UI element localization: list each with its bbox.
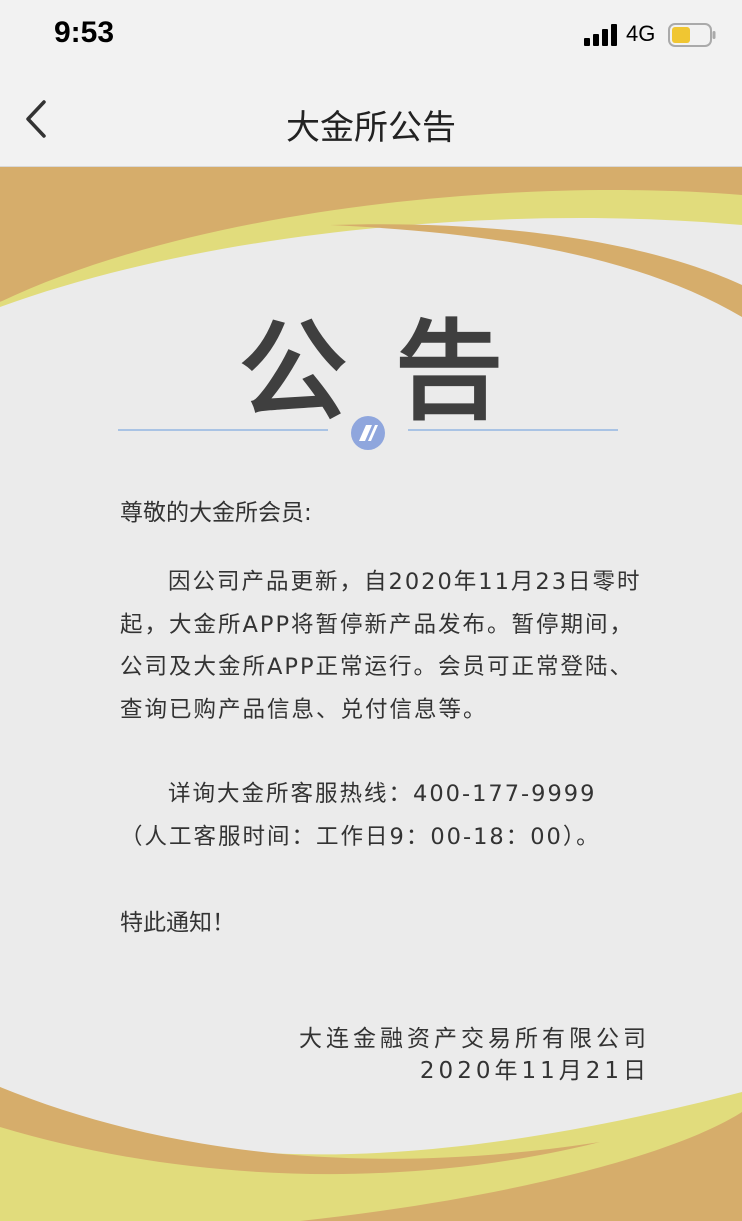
service-hours: （人工客服时间：工作日9：00-18：00）。: [120, 823, 601, 850]
notice-greeting: 尊敬的大金所会员:: [120, 500, 312, 526]
page-title: 大金所公告: [286, 108, 456, 148]
status-time: 9:53: [54, 16, 115, 49]
divider-right: [408, 429, 618, 431]
battery-icon: [668, 23, 716, 47]
network-type: 4G: [626, 21, 656, 46]
notice-body: 因公司产品更新，自2020年11月23日零时起，大金所APP将暂停新产品发布。暂…: [120, 569, 642, 723]
hotline-info: 详询大金所客服热线：400-177-9999 （人工客服时间：工作日9：00-1…: [120, 773, 660, 858]
signature-company: 大连金融资产交易所有限公司: [299, 1026, 650, 1052]
signature-date: 2020年11月21日: [419, 1058, 650, 1084]
hotline-number: 详询大金所客服热线：400-177-9999: [168, 781, 597, 807]
status-bar: 9:53 4G: [0, 0, 742, 72]
nav-bar: 大金所公告: [0, 72, 742, 167]
notice-poster: 公告 尊敬的大金所会员: 因公司产品更新，自2020年11月23日零时起，大金所…: [0, 167, 742, 1221]
divider-left: [118, 429, 328, 431]
company-logo-icon: [351, 416, 385, 450]
signal-strength-icon: [584, 24, 617, 46]
notice-closing: 特此通知！: [120, 910, 235, 936]
